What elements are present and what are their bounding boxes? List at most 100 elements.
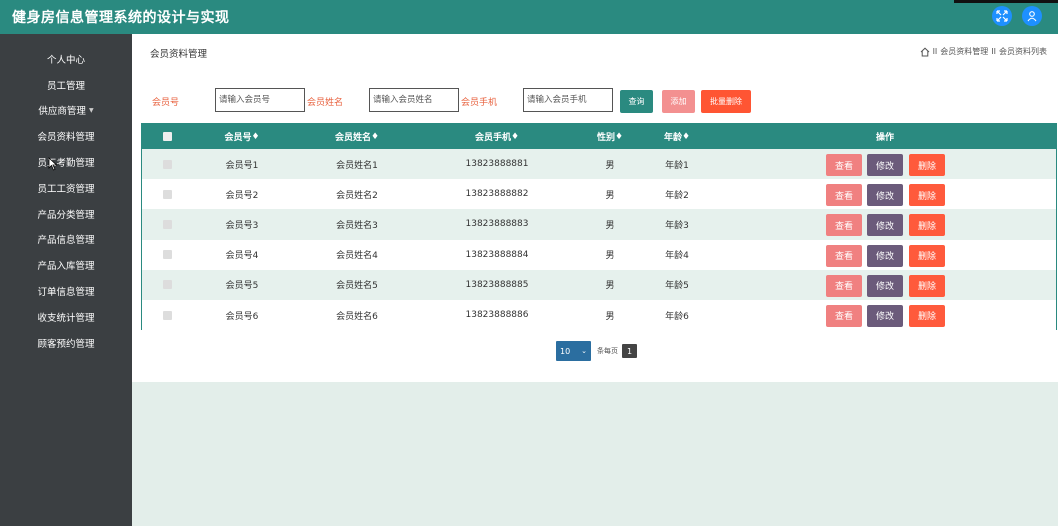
edit-button[interactable]: 修改 xyxy=(867,274,903,297)
cell-member-name: 会员姓名2 xyxy=(336,190,378,201)
view-button[interactable]: 查看 xyxy=(826,214,862,237)
cell-member-name: 会员姓名3 xyxy=(336,220,378,231)
column-header-gender[interactable]: 性别 ♦ xyxy=(585,124,635,149)
sidebar-item-label: 员工考勤管理 xyxy=(37,158,95,170)
sidebar-item-2[interactable]: 供应商管理 ▼ xyxy=(0,98,132,124)
column-header-actions: 操作 xyxy=(875,133,894,143)
sidebar-item-7[interactable]: 产品信息管理 xyxy=(0,227,132,253)
cell-member-phone: 13823888884 xyxy=(465,249,529,260)
page-size-value: 10 xyxy=(560,346,571,356)
breadcrumb-item-member-management[interactable]: 会员资料管理 xyxy=(940,46,988,57)
batch-delete-button[interactable]: 批量删除 xyxy=(701,90,751,113)
cell-member-phone: 13823888882 xyxy=(465,189,529,200)
add-button[interactable]: 添加 xyxy=(662,90,695,113)
cell-member-phone: 13823888886 xyxy=(465,310,529,321)
page-size-select[interactable]: 10 ⌄ xyxy=(556,341,591,361)
column-header-age[interactable]: 年龄 ♦ xyxy=(652,124,702,149)
sidebar-item-label: 顾客预约管理 xyxy=(37,338,95,350)
pagination: 10 ⌄ 条每页 1 xyxy=(556,341,637,361)
sidebar-item-0[interactable]: 个人中心 xyxy=(0,46,132,72)
column-header-member-phone[interactable]: 会员手机 ♦ xyxy=(447,124,547,149)
sidebar-item-8[interactable]: 产品入库管理 xyxy=(0,252,132,278)
row-checkbox[interactable] xyxy=(160,149,174,179)
table-row: 会员号3 会员姓名3 13823888883 男 年龄3 查看 修改 删除 xyxy=(142,209,1056,240)
sidebar-item-label: 员工工资管理 xyxy=(37,183,95,195)
view-button[interactable]: 查看 xyxy=(826,184,862,207)
delete-button[interactable]: 删除 xyxy=(909,304,945,327)
cell-gender: 男 xyxy=(605,251,615,262)
cell-gender: 男 xyxy=(605,190,615,201)
delete-button[interactable]: 删除 xyxy=(909,244,945,267)
member-phone-input[interactable] xyxy=(523,88,613,112)
sidebar-item-label: 收支统计管理 xyxy=(37,312,95,324)
search-bar: 会员号 会员姓名 会员手机 查询 添加 批量删除 xyxy=(132,88,1058,116)
delete-button[interactable]: 删除 xyxy=(909,274,945,297)
cell-age: 年龄2 xyxy=(665,190,689,201)
edit-button[interactable]: 修改 xyxy=(867,214,903,237)
cell-member-name: 会员姓名6 xyxy=(336,311,378,322)
cell-member-id: 会员号6 xyxy=(225,311,259,322)
cell-member-name: 会员姓名1 xyxy=(336,160,378,171)
sidebar-item-5[interactable]: 员工工资管理 xyxy=(0,175,132,201)
sidebar-item-11[interactable]: 顾客预约管理 xyxy=(0,330,132,356)
sidebar-item-label: 会员资料管理 xyxy=(37,132,95,144)
row-checkbox[interactable] xyxy=(160,300,174,330)
main-panel: 会员资料管理 II 会员资料管理 II 会员资料列表 会员号 会员姓名 会员手机… xyxy=(132,34,1058,382)
home-icon[interactable] xyxy=(920,47,930,57)
sidebar-item-label: 产品分类管理 xyxy=(37,209,95,221)
delete-button[interactable]: 删除 xyxy=(909,214,945,237)
member-phone-label: 会员手机 xyxy=(461,98,498,108)
sidebar-item-3[interactable]: 会员资料管理 xyxy=(0,123,132,149)
query-button[interactable]: 查询 xyxy=(620,90,653,113)
row-checkbox[interactable] xyxy=(160,179,174,209)
edit-button[interactable]: 修改 xyxy=(867,244,903,267)
member-id-input[interactable] xyxy=(215,88,305,112)
delete-button[interactable]: 删除 xyxy=(909,154,945,176)
user-icon[interactable] xyxy=(1022,6,1042,26)
breadcrumb-item-member-list[interactable]: 会员资料列表 xyxy=(999,46,1047,57)
app-title: 健身房信息管理系统的设计与实现 xyxy=(12,10,230,26)
breadcrumb-separator: II xyxy=(932,47,938,56)
chevron-down-icon: ▼ xyxy=(88,106,94,114)
edit-button[interactable]: 修改 xyxy=(867,304,903,327)
edit-button[interactable]: 修改 xyxy=(867,184,903,207)
member-name-label: 会员姓名 xyxy=(307,98,344,108)
view-button[interactable]: 查看 xyxy=(826,304,862,327)
delete-button[interactable]: 删除 xyxy=(909,184,945,207)
sidebar-item-1[interactable]: 员工管理 xyxy=(0,72,132,98)
row-checkbox[interactable] xyxy=(160,270,174,300)
column-header-member-name[interactable]: 会员姓名 ♦ xyxy=(312,124,402,149)
cell-age: 年龄6 xyxy=(665,311,689,322)
cell-gender: 男 xyxy=(605,281,615,292)
sidebar-item-4[interactable]: 员工考勤管理 xyxy=(0,149,132,175)
select-all-checkbox[interactable] xyxy=(160,124,174,149)
chevron-down-icon: ⌄ xyxy=(581,347,587,355)
column-header-member-id[interactable]: 会员号 ♦ xyxy=(202,124,282,149)
cell-age: 年龄3 xyxy=(665,220,689,231)
edit-button[interactable]: 修改 xyxy=(867,154,903,176)
current-page-button[interactable]: 1 xyxy=(622,344,637,358)
view-button[interactable]: 查看 xyxy=(826,274,862,297)
cell-member-id: 会员号3 xyxy=(225,220,259,231)
row-checkbox[interactable] xyxy=(160,209,174,239)
sidebar-item-9[interactable]: 订单信息管理 xyxy=(0,278,132,304)
top-bar: 健身房信息管理系统的设计与实现 xyxy=(0,0,1058,34)
sidebar-item-label: 订单信息管理 xyxy=(37,287,95,299)
sidebar-item-10[interactable]: 收支统计管理 xyxy=(0,304,132,330)
member-name-input[interactable] xyxy=(369,88,459,112)
cell-member-id: 会员号1 xyxy=(225,160,259,171)
fullscreen-icon[interactable] xyxy=(992,6,1012,26)
member-table: 会员号 ♦ 会员姓名 ♦ 会员手机 ♦ 性别 ♦ 年龄 ♦ 操作 会员号1 会员姓名1 138… xyxy=(141,123,1057,331)
sidebar-item-6[interactable]: 产品分类管理 xyxy=(0,201,132,227)
sidebar-item-label: 产品信息管理 xyxy=(37,235,95,247)
table-row: 会员号2 会员姓名2 13823888882 男 年龄2 查看 修改 删除 xyxy=(142,179,1056,210)
view-button[interactable]: 查看 xyxy=(826,154,862,176)
cell-age: 年龄5 xyxy=(665,281,689,292)
row-checkbox[interactable] xyxy=(160,240,174,270)
breadcrumb-separator: II xyxy=(991,47,996,56)
view-button[interactable]: 查看 xyxy=(826,244,862,267)
table-row: 会员号4 会员姓名4 13823888884 男 年龄4 查看 修改 删除 xyxy=(142,239,1056,270)
cell-gender: 男 xyxy=(605,311,615,322)
table-header: 会员号 ♦ 会员姓名 ♦ 会员手机 ♦ 性别 ♦ 年龄 ♦ 操作 xyxy=(142,124,1056,149)
member-id-label: 会员号 xyxy=(152,98,180,108)
